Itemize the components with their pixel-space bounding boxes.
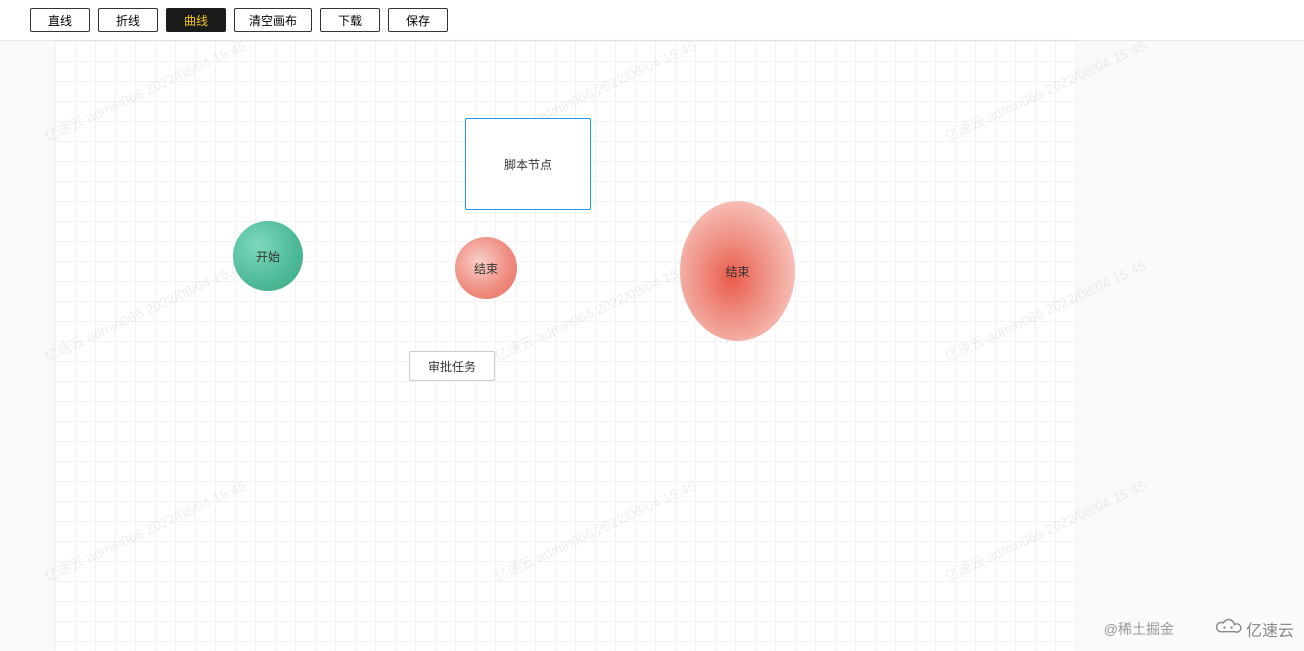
watermark: 亿速云 admin066 2022/08/04 15:45 [491,475,699,586]
watermark: 亿速云 admin066 2022/08/04 15:45 [941,35,1149,146]
node-end-large[interactable]: 结束 [680,201,795,341]
flow-canvas[interactable]: 亿速云 admin066 2022/08/04 15:45 亿速云 admin0… [55,41,1075,651]
node-label: 脚本节点 [504,156,552,173]
watermark: 亿速云 admin066 2022/08/04 15:45 [491,255,699,366]
watermark: 亿速云 admin066 2022/08/04 15:45 [941,255,1149,366]
save-button[interactable]: 保存 [388,8,448,32]
line-poly-button[interactable]: 折线 [98,8,158,32]
cloud-icon [1214,618,1242,641]
watermark: 亿速云 admin066 2022/08/04 15:45 [941,475,1149,586]
node-start[interactable]: 开始 [233,221,303,291]
download-button[interactable]: 下载 [320,8,380,32]
node-label: 结束 [474,260,498,277]
node-script[interactable]: 脚本节点 [465,118,591,210]
brand-yisu: 亿速云 [1214,617,1294,641]
toolbar: 直线 折线 曲线 清空画布 下载 保存 [0,0,1304,41]
canvas-wrapper: 亿速云 admin066 2022/08/04 15:45 亿速云 admin0… [0,41,1304,651]
node-label: 结束 [725,263,749,280]
clear-canvas-button[interactable]: 清空画布 [234,8,312,32]
brand-yisu-label: 亿速云 [1246,617,1294,641]
watermark: 亿速云 admin066 2022/08/04 15:45 [41,475,249,586]
node-label: 审批任务 [428,358,476,375]
node-end-small[interactable]: 结束 [455,237,517,299]
watermark: 亿速云 admin066 2022/08/04 15:45 [41,255,249,366]
brand-xitu: @稀土掘金 [1104,619,1174,639]
line-curve-button[interactable]: 曲线 [166,8,226,32]
node-label: 开始 [256,248,280,265]
watermark: 亿速云 admin066 2022/08/04 15:45 [41,35,249,146]
line-straight-button[interactable]: 直线 [30,8,90,32]
node-approve[interactable]: 审批任务 [409,351,495,381]
